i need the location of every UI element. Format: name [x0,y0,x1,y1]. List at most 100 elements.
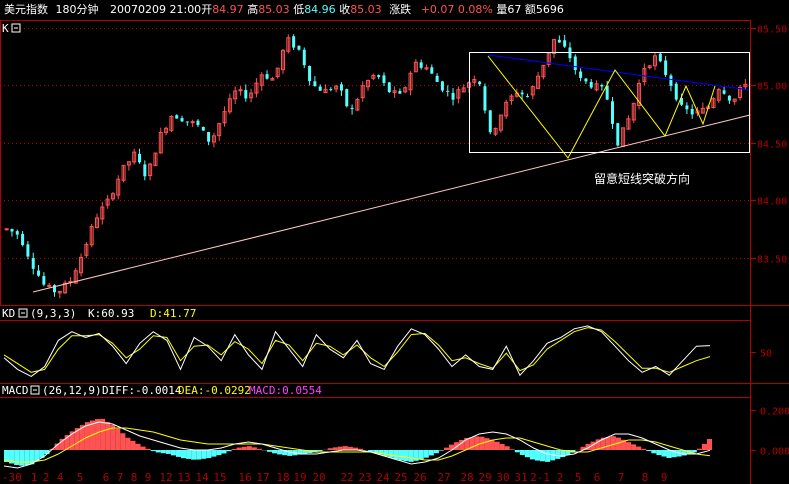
date-tick-label: 5 [575,471,582,484]
kd-k-value: K:60.93 [88,307,134,320]
candle-body-down [265,74,269,79]
candle-body-down [297,45,301,50]
candle-body-down [478,81,482,85]
date-tick-label: 28 [460,471,473,484]
date-tick-label: 27 [437,471,450,484]
macd-macd-value: MACD:0.0554 [249,384,322,397]
price-tick-label: 84.50 [757,140,787,151]
price-gridlines [0,28,750,259]
date-tick-label: 23 [358,471,371,484]
macd-dea-value: DEA:-0.0292 [178,384,251,397]
date-tick-label: 14 [195,471,209,484]
candle-body-down [313,81,317,87]
candle-body-down [308,65,312,82]
price-tick-label: 84.00 [757,197,787,208]
macd-pane-label: MACD [2,384,29,397]
date-tick-label: 6 [594,471,601,484]
date-tick-label: 7 [618,471,625,484]
candle-body-down [201,126,205,131]
date-tick-label: 7 [117,471,124,484]
candle-body-down [382,75,386,83]
candle-body-down [207,131,211,142]
date-tick-label: 25 [394,471,407,484]
date-tick-label: 8 [131,471,138,484]
date-tick-label: 2-1 [530,471,550,484]
macd-params: (26,12,9) [42,384,102,397]
date-tick-label: 24 [376,471,390,484]
kd-axis: 50 [750,349,772,360]
kd-pane-label: KD [2,307,15,320]
candle-body-down [451,92,455,100]
date-tick-label: 17 [256,471,269,484]
candle-body-down [600,85,604,87]
candle-body-down [37,270,41,276]
price-axis: 85.50 85.00 84.50 84.00 83.50 [750,25,787,266]
candle-body-down [563,40,567,47]
candle-body-down [175,115,179,119]
date-tick-label: 12 [159,471,172,484]
price-tick-label: 85.00 [757,82,787,93]
candle-body-down [669,75,673,86]
date-tick-label: 26 [413,471,426,484]
candle-body-down [42,276,46,285]
date-tick-label: -30 [2,471,22,484]
candle-body-up [190,121,195,124]
date-tick-label: 2 [43,471,50,484]
date-tick-label: 13 [177,471,190,484]
candle-body-down [446,90,450,92]
macd-tick-label: 0.000 [760,447,789,458]
candle-body-down [377,75,381,77]
candle-body-down [339,84,343,91]
macd-diff-value: DIFF:-0.0014 [102,384,182,397]
candle-body-down [244,90,248,99]
price-tick-label: 83.50 [757,255,787,266]
candle-body-down [180,118,184,122]
candle-body-down [605,85,609,100]
candle-body-down [557,39,561,43]
candle-body-down [727,95,731,101]
date-tick-label: 8 [642,471,649,484]
date-tick-label: 31 [514,471,527,484]
stock-chart[interactable]: 85.50 85.00 84.50 84.00 83.50 K KD (9,3,3) K… [0,0,789,484]
date-tick-label: 18 [276,471,289,484]
date-tick-label: 19 [293,471,306,484]
candle-body-down [318,86,322,91]
candle-body-down [440,81,444,91]
candle-body-down [329,89,333,91]
candle-body-down [26,244,30,257]
candle-body-down [185,121,189,123]
candle-body-down [589,81,593,88]
candle-body-down [722,90,726,94]
kd-tick-label: 50 [760,349,772,360]
candle-body-down [584,78,588,82]
date-tick-label: 15 [213,471,226,484]
candle-body-down [610,101,614,124]
kd-params: (9,3,3) [30,307,76,320]
candle-body-down [674,83,678,100]
date-tick-label: 9 [661,471,668,484]
candle-body-down [31,258,35,269]
macd-axis: 0.200 0.000 [750,407,789,458]
date-tick-label: 9 [145,471,152,484]
candle-body-down [685,105,689,110]
candle-body-down [483,86,487,111]
candle-body-down [302,49,306,66]
kd-k-line [3,325,711,377]
candle-body-down [138,153,142,163]
candle-body-down [21,233,25,246]
candle-body-up [47,284,52,287]
candle-body-down [573,56,577,70]
candle-body-down [525,96,529,98]
price-tick-label: 85.50 [757,25,787,36]
candle-body-down [350,107,354,110]
date-tick-label: 29 [478,471,491,484]
candle-body-down [664,60,668,75]
candle-body-down [398,91,402,94]
candle-body-down [488,110,492,133]
candle-body-down [15,231,19,235]
resistance-trendline [487,54,751,91]
candle-body-down [345,89,349,107]
zigzag-line [487,55,716,159]
candle-body-down [143,164,147,177]
candle-body-down [196,120,200,126]
